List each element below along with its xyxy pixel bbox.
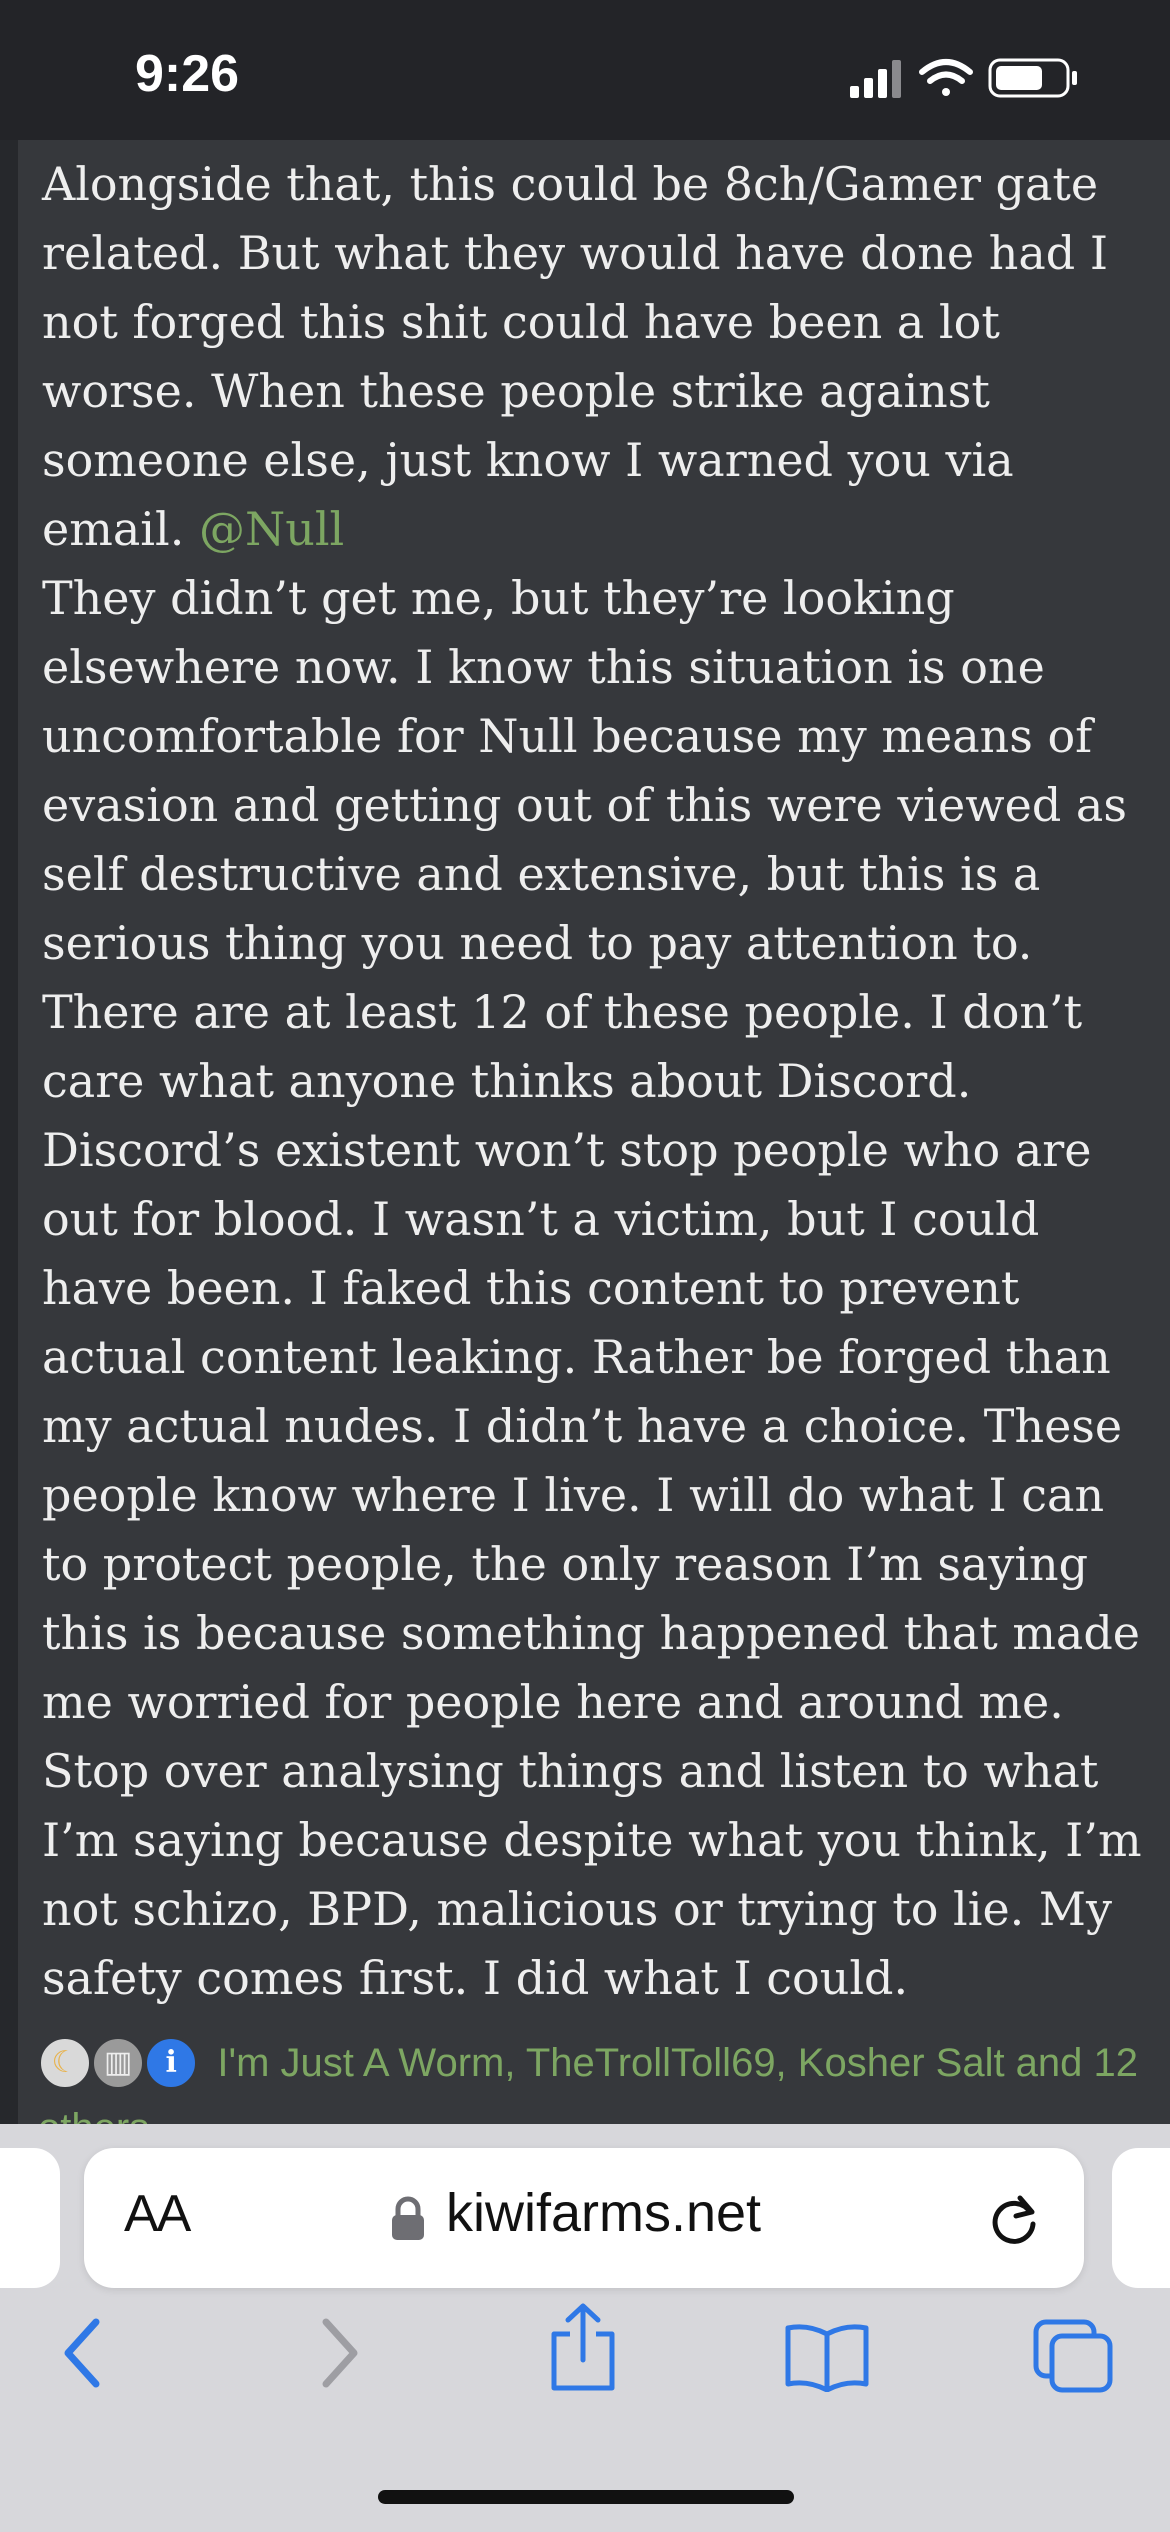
post-line: actual content leaking. Rather be forged… — [42, 1330, 1111, 1384]
status-bar: 9:26 — [0, 0, 1170, 140]
post-line: have been. I faked this content to preve… — [42, 1261, 1020, 1315]
post-line: not forged this shit could have been a l… — [42, 295, 1000, 349]
lock-icon — [392, 2196, 424, 2240]
post-line: this is because something happened that … — [42, 1606, 1141, 1660]
post-line: to protect people, the only reason I’m s… — [42, 1537, 1089, 1591]
post-line: my actual nudes. I didn’t have a choice.… — [42, 1399, 1123, 1453]
post-line: safety comes first. I did what I could. — [42, 1951, 909, 2005]
status-icons — [850, 58, 1077, 98]
post-line: someone else, just know I warned you via — [42, 433, 1014, 487]
post-line: I’m saying because despite what you thin… — [42, 1813, 1142, 1867]
post-line: They didn’t get me, but they’re looking — [42, 571, 955, 625]
share-icon[interactable] — [548, 2302, 618, 2392]
forward-icon[interactable] — [316, 2318, 360, 2388]
safari-bottom-bar: AA kiwifarms.net — [0, 2124, 1170, 2532]
reload-icon[interactable] — [986, 2192, 1042, 2248]
post-line: me worried for people here and around me… — [42, 1675, 1064, 1729]
text-size-button[interactable]: AA — [124, 2184, 191, 2244]
email-word: email. — [42, 502, 185, 556]
address-bar[interactable]: AA kiwifarms.net — [84, 2148, 1084, 2288]
post-body: Alongside that, this could be 8ch/Gamer … — [42, 150, 1152, 2013]
info-icon: i — [144, 2036, 199, 2091]
cellular-signal-icon — [850, 60, 901, 98]
post-line: elsewhere now. I know this situation is … — [42, 640, 1045, 694]
previous-tab-edge[interactable] — [0, 2148, 60, 2288]
post-line: Alongside that, this could be 8ch/Gamer … — [42, 157, 1099, 211]
status-time: 9:26 — [135, 45, 240, 103]
post-line: Discord’s existent won’t stop people who… — [42, 1123, 1092, 1177]
post-line: related. But what they would have done h… — [42, 226, 1109, 280]
post-line: serious thing you need to pay attention … — [42, 916, 1033, 970]
post-line: worse. When these people strike against — [42, 364, 990, 418]
tabs-icon[interactable] — [1032, 2318, 1114, 2394]
next-tab-edge[interactable] — [1112, 2148, 1170, 2288]
trash-icon: ▥ — [91, 2036, 146, 2091]
post-line: not schizo, BPD, malicious or trying to … — [42, 1882, 1112, 1936]
wifi-icon — [919, 59, 973, 96]
forum-post: Alongside that, this could be 8ch/Gamer … — [18, 140, 1170, 2150]
post-line: out for blood. I wasn’t a victim, but I … — [42, 1192, 1040, 1246]
post-line: people know where I live. I will do what… — [42, 1468, 1105, 1522]
post-line: There are at least 12 of these people. I… — [42, 985, 1083, 1039]
mention-link[interactable]: @Null — [199, 502, 344, 556]
post-line: care what anyone thinks about Discord. — [42, 1054, 972, 1108]
url-text[interactable]: kiwifarms.net — [446, 2182, 761, 2244]
post-line: uncomfortable for Null because my means … — [42, 709, 1093, 763]
home-indicator[interactable] — [378, 2490, 794, 2504]
post-line: Stop over analysing things and listen to… — [42, 1744, 1099, 1798]
battery-icon — [988, 58, 1077, 98]
bookmarks-icon[interactable] — [784, 2322, 870, 2392]
back-icon[interactable] — [62, 2318, 106, 2388]
post-line: evasion and getting out of this were vie… — [42, 778, 1127, 832]
moon-icon: ☾ — [38, 2036, 92, 2091]
post-line: self destructive and extensive, but this… — [42, 847, 1041, 901]
post-line-mention: email. @Null — [42, 495, 1152, 564]
